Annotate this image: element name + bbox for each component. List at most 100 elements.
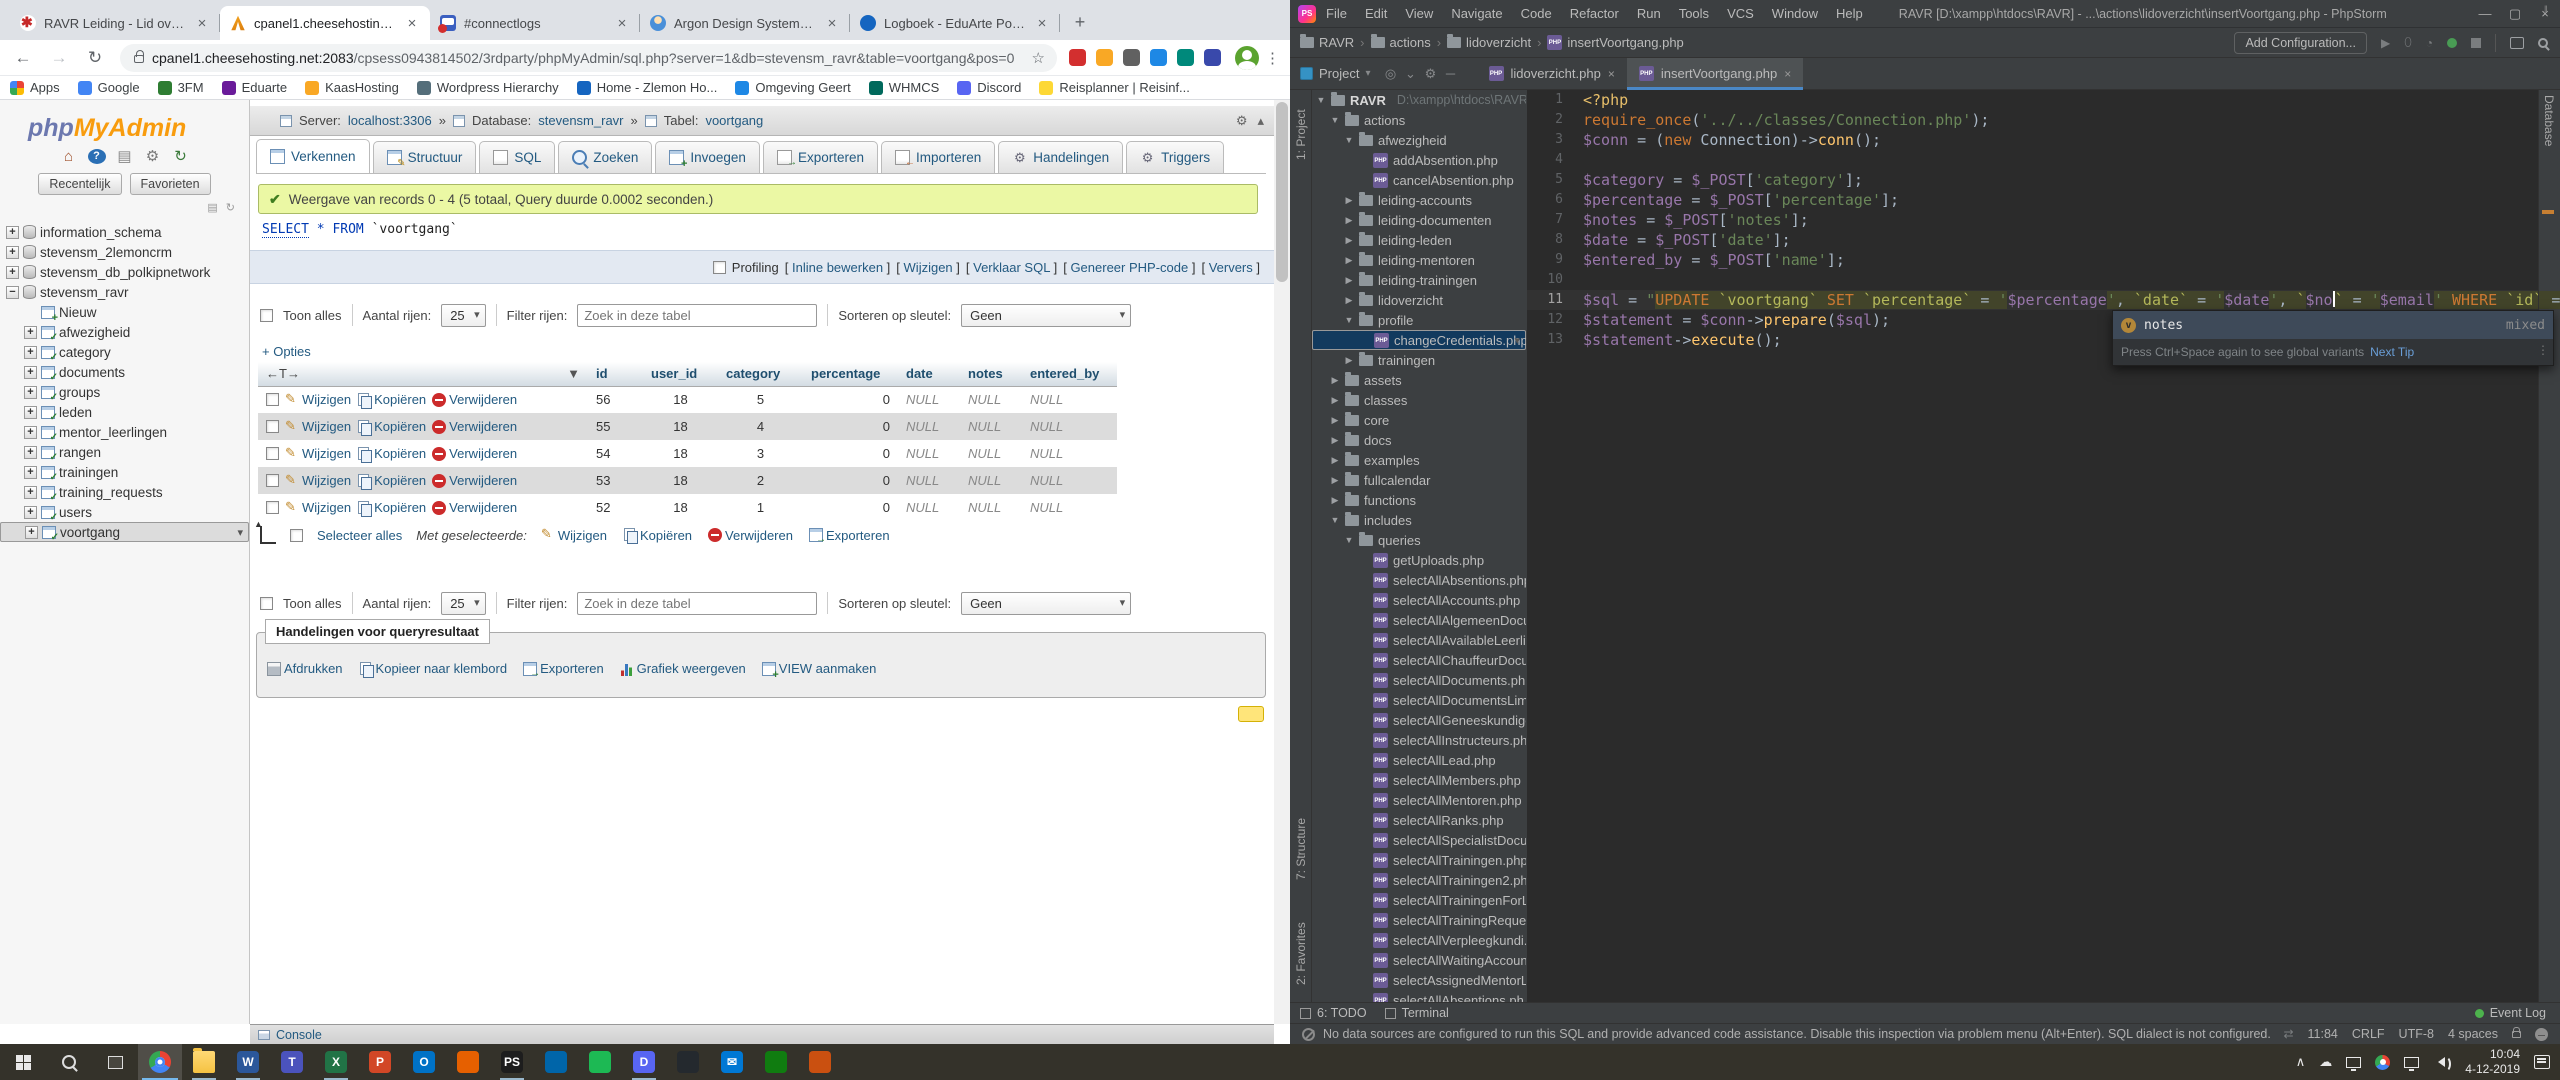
project-tree-item[interactable]: ▶leiding-accounts [1312, 190, 1526, 210]
pma-tree-item[interactable]: +rangen [0, 442, 249, 462]
tree-settings-icon[interactable]: ⚙ [1421, 66, 1441, 82]
profiling-link[interactable]: [ Ververs ] [1201, 260, 1260, 275]
completion-item[interactable]: v notes mixed [2113, 311, 2553, 339]
column-header-user_id[interactable]: user_id [643, 362, 718, 386]
ext-amber-icon[interactable] [1096, 49, 1113, 66]
stripe-favorites-label[interactable]: 2: Favorites [1294, 922, 1308, 985]
pma-tree-item[interactable]: +stevensm_db_polkipnetwork [0, 262, 249, 282]
column-header-date[interactable]: date [898, 362, 960, 386]
bookmark-item[interactable]: Home - Zlemon Ho... [577, 80, 718, 95]
show-all-checkbox[interactable] [260, 309, 273, 322]
row-action-wijzigen[interactable]: Wijzigen [285, 500, 351, 515]
pma-tab-import[interactable]: Importeren [881, 141, 995, 173]
adblock-icon[interactable] [1069, 49, 1086, 66]
pma-tree-item[interactable]: +training_requests [0, 482, 249, 502]
row-action-verwijderen[interactable]: Verwijderen [432, 473, 517, 488]
taskbar-app-mail[interactable]: ✉ [710, 1044, 754, 1080]
menu-run[interactable]: Run [1637, 6, 1661, 21]
profiling-link[interactable]: [ Inline bewerken ] [785, 260, 891, 275]
stripe-project-label[interactable]: 1: Project [1294, 109, 1308, 160]
row-checkbox[interactable] [266, 501, 279, 514]
pma-tree-item[interactable]: +trainingen [0, 462, 249, 482]
taskbar-app-powerpoint[interactable]: P [358, 1044, 402, 1080]
taskbar-clock[interactable]: 10:04 4-12-2019 [2465, 1047, 2520, 1077]
expander-icon[interactable]: + [6, 246, 19, 259]
row-action-kopiëren[interactable]: Kopiëren [357, 446, 426, 461]
project-tree-item[interactable]: ▶leiding-leden [1312, 230, 1526, 250]
tree-arrow-icon[interactable]: ▶ [1344, 355, 1354, 366]
forward-icon[interactable]: → [46, 45, 72, 71]
bookmark-item[interactable]: Reisplanner | Reisinf... [1039, 80, 1190, 95]
footer-action-wijzigen[interactable]: Wijzigen [541, 528, 607, 543]
settings-icon[interactable]: ⚙ [144, 147, 162, 165]
profiling-link[interactable]: [ Genereer PHP-code ] [1063, 260, 1195, 275]
taskbar-app-word[interactable]: W [226, 1044, 270, 1080]
project-tree-item[interactable]: PHPselectAllAvailableLeerlin... [1312, 630, 1526, 650]
menu-view[interactable]: View [1405, 6, 1433, 21]
project-tree-item[interactable]: ▼RAVRD:\xampp\htdocs\RAVR [1312, 90, 1526, 110]
locate-icon[interactable]: ◎ [1381, 66, 1401, 82]
project-tree-item[interactable]: ▶leiding-trainingen [1312, 270, 1526, 290]
project-tree-item[interactable]: ▶trainingen [1312, 350, 1526, 370]
project-tree-item[interactable]: PHPselectAllAccounts.php [1312, 590, 1526, 610]
filter-input[interactable] [577, 304, 817, 327]
collapse-all-icon[interactable]: ▤ [207, 201, 217, 214]
menu-refactor[interactable]: Refactor [1570, 6, 1619, 21]
footer-action-kopiëren[interactable]: Kopiëren [623, 528, 692, 543]
project-tree-item[interactable]: ▼includes [1312, 510, 1526, 530]
tree-arrow-icon[interactable]: ▶ [1344, 275, 1354, 286]
taskbar-app-settings[interactable] [798, 1044, 842, 1080]
pma-tree-item[interactable]: −stevensm_ravr [0, 282, 249, 302]
search-button[interactable] [46, 1044, 92, 1080]
project-tree-item[interactable]: ▼actions [1312, 110, 1526, 130]
row-checkbox[interactable] [266, 447, 279, 460]
tab-close-icon[interactable]: × [614, 16, 630, 31]
bookmark-star-icon[interactable]: ☆ [1022, 49, 1045, 67]
project-tree-item[interactable]: ▼queries [1312, 530, 1526, 550]
pma-tree-item[interactable]: +category [0, 342, 249, 362]
task-view-button[interactable] [92, 1044, 138, 1080]
debug-icon[interactable]: ⬯ [2404, 35, 2412, 50]
tab-close-icon[interactable]: × [1034, 16, 1050, 31]
expander-icon[interactable]: + [24, 426, 37, 439]
bookmark-item[interactable]: KaasHosting [305, 80, 399, 95]
project-tree-item[interactable]: ▼afwezigheid [1312, 130, 1526, 150]
tab-close-icon[interactable]: × [824, 16, 840, 31]
link[interactable]: Genereer PHP-code [1070, 260, 1188, 275]
browser-tab[interactable]: #connectlogs× [430, 6, 640, 40]
home-icon[interactable]: ⌂ [60, 148, 78, 165]
ext-teal-icon[interactable] [1177, 49, 1194, 66]
project-tree-item[interactable]: ▶leiding-documenten [1312, 210, 1526, 230]
pma-tab-export[interactable]: Exporteren [763, 141, 878, 173]
column-header-entered_by[interactable]: entered_by [1022, 362, 1117, 386]
collapse-all-icon[interactable]: ⌄ [1401, 66, 1421, 82]
link[interactable]: Verklaar SQL [973, 260, 1050, 275]
pma-tab-trigger[interactable]: ⚙Triggers [1126, 141, 1224, 173]
bookmark-item[interactable]: Discord [957, 80, 1021, 95]
maximize-button[interactable]: ▢ [2500, 6, 2530, 22]
num-rows-select[interactable]: 25 [441, 304, 485, 327]
editor-tab[interactable]: PHPlidoverzicht.php× [1477, 58, 1627, 90]
event-log-button[interactable]: Event Log [2475, 1006, 2560, 1020]
tree-arrow-icon[interactable]: ▶ [1330, 495, 1340, 506]
pma-tab-browse[interactable]: Verkennen [256, 139, 370, 173]
column-header-notes[interactable]: notes [960, 362, 1022, 386]
nav-crumb[interactable]: actions [1371, 35, 1431, 50]
project-tree-item[interactable]: PHPselectAllAbsentions.php [1312, 570, 1526, 590]
nav-crumb[interactable]: PHPinsertVoortgang.php [1547, 35, 1683, 50]
database-link[interactable]: stevensm_ravr [538, 113, 623, 128]
profiling-link[interactable]: [ Wijzigen ] [896, 260, 960, 275]
tree-arrow-icon[interactable]: ▶ [1344, 235, 1354, 246]
project-tree-item[interactable]: ▶functions [1312, 490, 1526, 510]
pma-tab-sql[interactable]: SQL [479, 141, 555, 173]
address-bar[interactable]: cpanel1.cheesehosting.net:2083/cpsess094… [120, 44, 1057, 72]
editor-tab[interactable]: PHPinsertVoortgang.php× [1627, 58, 1803, 90]
taskbar-app-chrome[interactable] [138, 1044, 182, 1080]
select-all-checkbox[interactable] [290, 529, 303, 542]
more-icon[interactable]: ⋮ [2537, 343, 2549, 357]
link[interactable]: Ververs [1209, 260, 1253, 275]
page-scrollbar[interactable] [1274, 100, 1290, 1024]
tree-arrow-icon[interactable]: ▶ [1330, 435, 1340, 446]
browser-tab[interactable]: Argon Design System - Fre× [640, 6, 850, 40]
expander-icon[interactable]: + [25, 526, 38, 539]
